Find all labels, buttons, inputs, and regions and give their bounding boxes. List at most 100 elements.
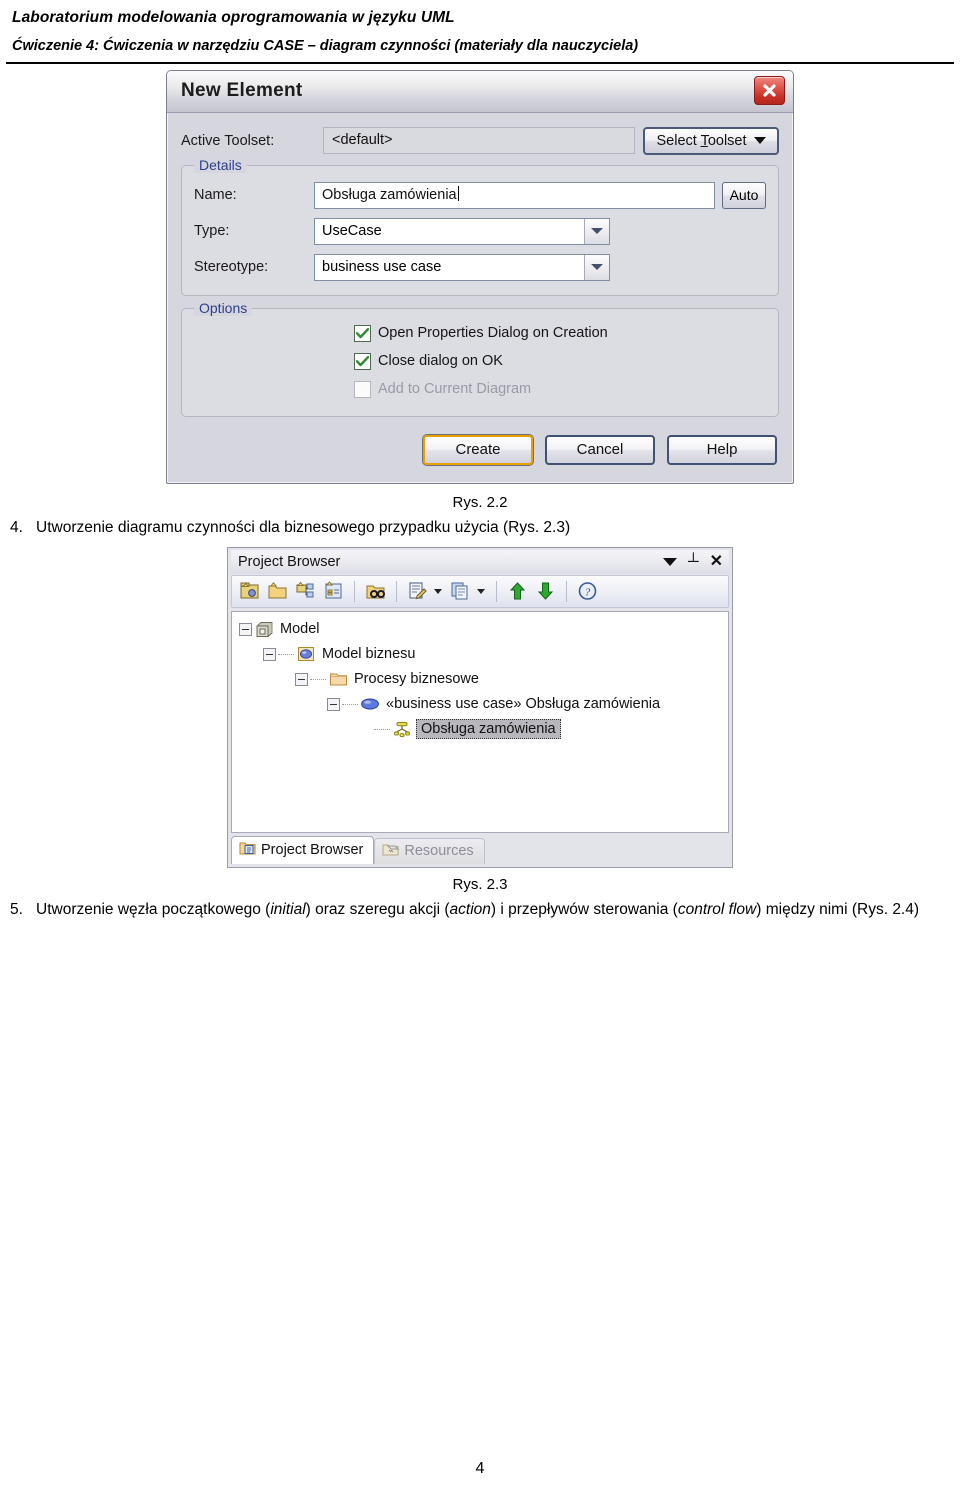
header-line-1: Laboratorium modelowania oprogramowania … (12, 9, 455, 26)
chevron-down-icon[interactable] (434, 588, 442, 594)
name-input[interactable]: Obsługa zamówienia (314, 181, 715, 209)
tree-connector (278, 653, 294, 655)
project-browser-panel: Project Browser ┴ ✕ ? Model Model biznes… (227, 546, 733, 868)
list-item-4-number: 4. (10, 518, 23, 536)
dialog-title: New Element (181, 80, 303, 101)
pin-icon[interactable]: ┴ (688, 554, 699, 569)
checkbox-add-to-diagram (354, 380, 371, 398)
option-add-to-diagram-label: Add to Current Diagram (378, 381, 532, 397)
svg-text:?: ? (585, 587, 591, 599)
type-select[interactable]: UseCase (314, 217, 610, 245)
tree-node-label: «business use case» Obsługa zamówienia (386, 696, 661, 712)
cancel-button[interactable]: Cancel (545, 434, 655, 465)
list-item-5: 5. Utworzenie węzła początkowego (initial… (0, 899, 960, 921)
chevron-down-icon (753, 137, 766, 144)
header-line-2: Ćwiczenie 4: Ćwiczenia w narzędziu CASE … (12, 38, 639, 55)
chevron-down-icon[interactable] (662, 557, 677, 566)
auto-button[interactable]: Auto (722, 181, 766, 209)
figure-caption-2-2: Rys. 2.2 (452, 493, 508, 511)
name-row: Name: Obsługa zamówienia Auto (194, 181, 766, 209)
expander-minus-icon[interactable] (263, 647, 276, 661)
expander-minus-icon[interactable] (327, 697, 340, 711)
tree-connector (374, 728, 390, 730)
tree-node-business-use-case[interactable]: «business use case» Obsługa zamówienia (237, 692, 724, 717)
type-label: Type: (194, 223, 230, 239)
stereotype-select-arrow[interactable] (584, 254, 609, 280)
find-package-icon[interactable] (363, 579, 388, 604)
project-browser-window-controls: ┴ ✕ (662, 550, 723, 574)
edit-properties-icon[interactable] (405, 579, 430, 604)
new-diagram-icon[interactable] (321, 579, 346, 604)
chevron-down-icon (591, 264, 603, 270)
tree-node-model[interactable]: Model (237, 617, 724, 642)
project-browser-titlebar: Project Browser ┴ ✕ (231, 549, 729, 574)
close-icon[interactable]: ✕ (710, 553, 723, 570)
list-item-5-part1: Utworzenie węzła początkowego ( (36, 900, 271, 918)
list-item-5-em3: control flow (677, 900, 757, 918)
toolbar-separator (496, 580, 497, 602)
tree-node-obsluga-zamowienia-diagram[interactable]: Obsługa zamówienia (237, 717, 724, 742)
stereotype-select[interactable]: business use case (314, 253, 610, 281)
tab-resources-label: Resources (404, 843, 474, 859)
new-element-figure: New Element Active Toolset: <default> Se… (166, 69, 794, 484)
select-toolset-button[interactable]: Select Toolset (643, 126, 779, 155)
checkbox-close-dialog[interactable] (354, 352, 371, 370)
stereotype-row: Stereotype: business use case (194, 253, 766, 281)
expander-minus-icon[interactable] (295, 672, 308, 686)
chevron-down-icon[interactable] (477, 588, 485, 594)
resources-icon (382, 842, 400, 861)
tree-node-model-biznesu[interactable]: Model biznesu (237, 642, 724, 667)
page-number: 4 (475, 1460, 485, 1477)
new-package-icon[interactable] (237, 579, 262, 604)
tree-connector (342, 703, 358, 705)
copy-icon[interactable] (448, 579, 473, 604)
header-divider (6, 61, 954, 64)
stereotype-label: Stereotype: (194, 259, 269, 275)
toolbar-separator (396, 580, 397, 602)
type-select-arrow[interactable] (584, 218, 609, 244)
project-browser-icon (239, 841, 256, 860)
dialog-body: Active Toolset: <default> Select Toolset… (167, 113, 793, 483)
project-browser-tabs: Project Browser Resources (231, 835, 729, 864)
tree-node-procesy-biznesowe[interactable]: Procesy biznesowe (237, 667, 724, 692)
option-close-dialog[interactable]: Close dialog on OK (354, 352, 766, 370)
expander-minus-icon[interactable] (239, 622, 252, 636)
option-open-properties-label: Open Properties Dialog on Creation (378, 325, 608, 341)
active-toolset-label: Active Toolset: (181, 132, 275, 149)
list-item-5-part2: ) oraz szeregu akcji ( (305, 900, 450, 918)
move-down-icon[interactable] (533, 579, 558, 604)
stereotype-select-value: business use case (322, 258, 442, 275)
new-folder-icon[interactable] (265, 579, 290, 604)
option-open-properties[interactable]: Open Properties Dialog on Creation (354, 324, 766, 342)
list-item-5-em2: action (449, 900, 491, 918)
new-element-icon[interactable] (293, 579, 318, 604)
details-group-title: Details (194, 156, 247, 173)
name-input-value: Obsługa zamówienia (322, 186, 457, 203)
document-header: Laboratorium modelowania oprogramowania … (0, 0, 960, 56)
tab-resources[interactable]: Resources (374, 837, 485, 864)
dialog-titlebar: New Element (167, 70, 793, 113)
option-close-dialog-label: Close dialog on OK (378, 353, 503, 369)
tree-node-label: Model biznesu (322, 646, 416, 662)
select-toolset-label: Select Toolset (656, 132, 747, 149)
details-group: Details Name: Obsługa zamówienia Auto Ty… (181, 156, 779, 296)
help-button[interactable]: Help (667, 434, 777, 465)
active-toolset-row: Active Toolset: <default> Select Toolset (181, 126, 779, 155)
options-group-title: Options (194, 299, 253, 316)
tab-project-browser-label: Project Browser (261, 842, 364, 858)
tab-project-browser[interactable]: Project Browser (231, 835, 375, 864)
tree-node-label: Model (280, 621, 320, 637)
project-browser-tree[interactable]: Model Model biznesu Procesy biznesowe «b… (231, 610, 729, 833)
type-select-value: UseCase (322, 222, 382, 239)
create-button[interactable]: Create (423, 434, 533, 465)
list-item-4: 4. Utworzenie diagramu czynności dla biz… (0, 517, 960, 539)
list-item-5-part4: ) między nimi (Rys. 2.4) (756, 900, 920, 918)
move-up-icon[interactable] (505, 579, 530, 604)
model-root-icon (254, 621, 274, 638)
list-item-5-number: 5. (10, 900, 23, 918)
close-icon[interactable] (754, 75, 785, 105)
list-item-5-em1: initial (270, 900, 306, 918)
help-icon[interactable]: ? (575, 579, 600, 604)
checkbox-open-properties[interactable] (354, 324, 371, 342)
options-group: Options Open Properties Dialog on Creati… (181, 299, 779, 417)
